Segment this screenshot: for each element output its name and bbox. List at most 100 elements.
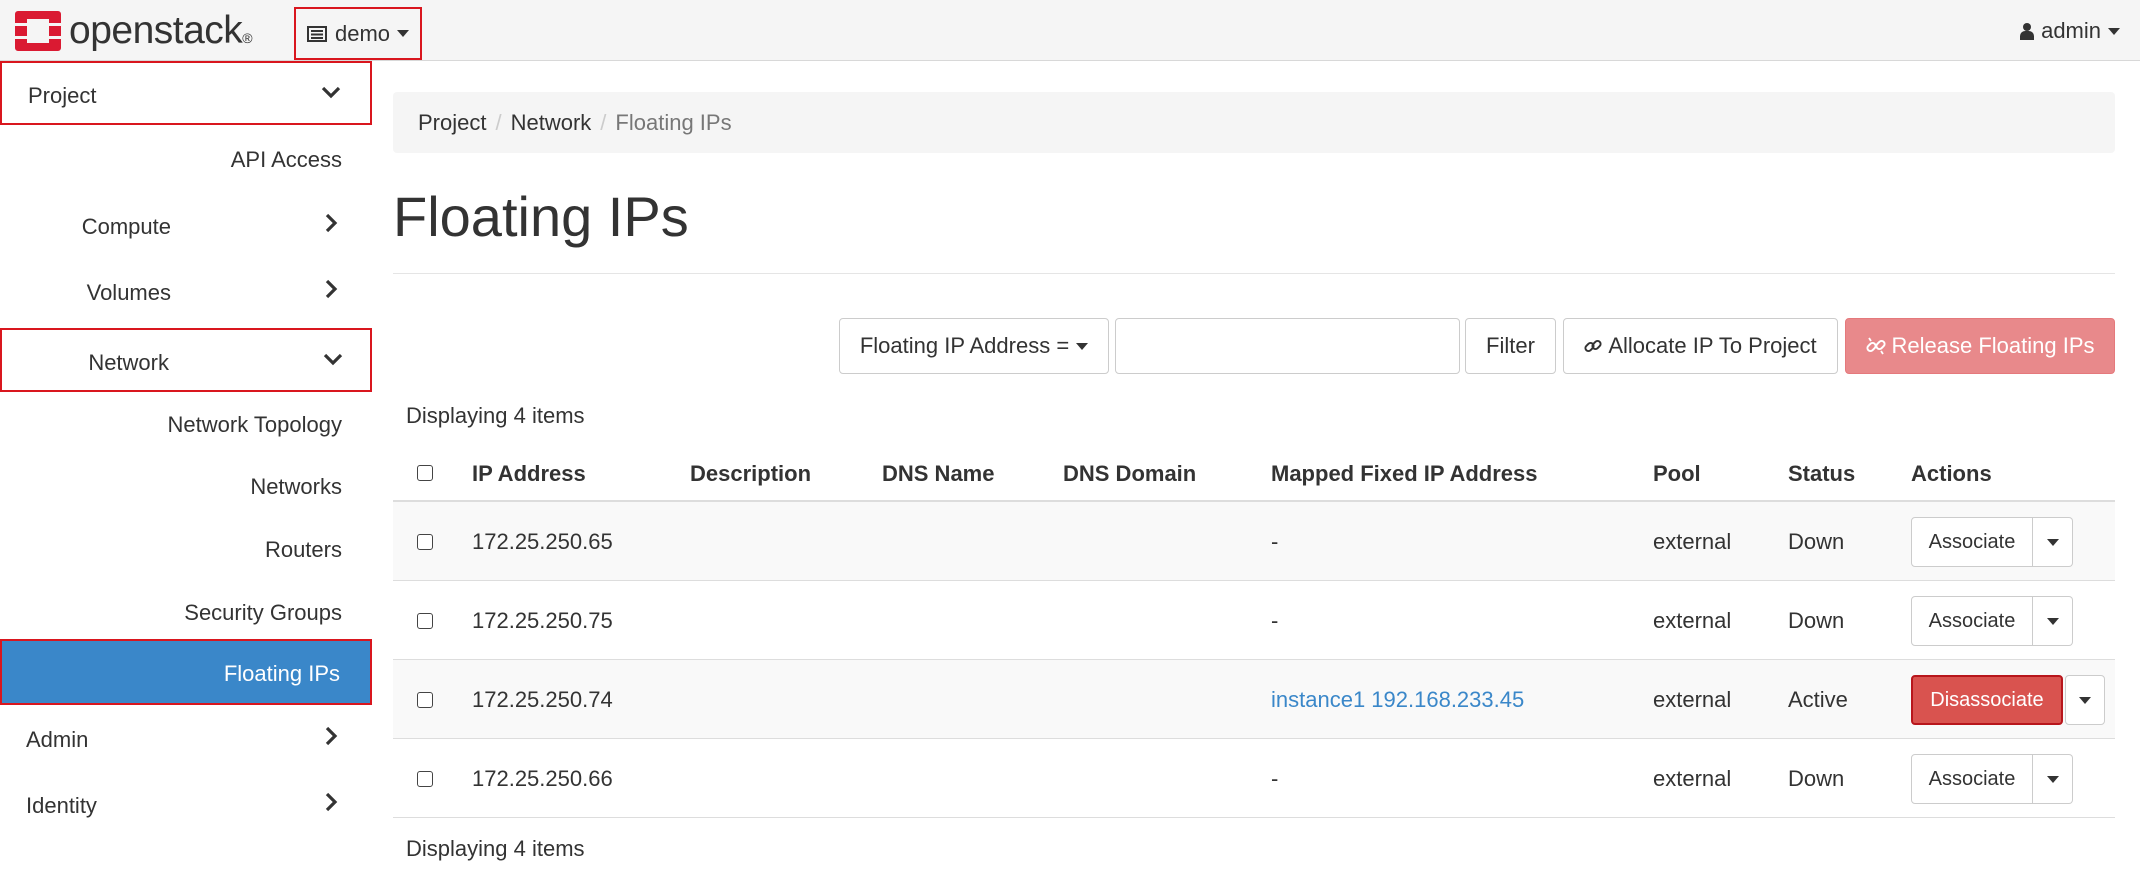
top-navbar: openstack® demo admin	[0, 0, 2140, 61]
cell-mapped-fixed-ip: -	[1271, 529, 1279, 554]
sidebar-item-network-topology[interactable]: Network Topology	[0, 394, 372, 454]
sidebar: Project API Access Compute Volumes Netwo…	[0, 61, 372, 886]
unlink-icon	[1865, 337, 1886, 355]
row-checkbox[interactable]	[417, 771, 433, 787]
cell-ip-address: 172.25.250.75	[472, 608, 613, 633]
page-title: Floating IPs	[393, 185, 689, 248]
column-header-pool[interactable]: Pool	[1653, 461, 1701, 487]
chevron-right-icon	[325, 792, 338, 812]
column-header-description[interactable]: Description	[690, 461, 811, 487]
row-actions: Associate	[1911, 596, 2073, 646]
sidebar-item-routers[interactable]: Routers	[0, 519, 372, 579]
column-header-dns-name[interactable]: DNS Name	[882, 461, 994, 487]
breadcrumb-current: Floating IPs	[615, 109, 732, 135]
user-menu[interactable]: admin	[2020, 18, 2120, 44]
cell-status: Down	[1788, 608, 1845, 633]
caret-down-icon	[2079, 696, 2091, 704]
cell-pool: external	[1653, 608, 1732, 633]
row-actions-dropdown[interactable]	[2033, 596, 2073, 646]
sidebar-item-admin[interactable]: Admin	[0, 707, 372, 771]
sidebar-item-network[interactable]: Network	[0, 328, 372, 392]
sidebar-item-label: Network	[88, 350, 169, 375]
cell-ip-address: 172.25.250.65	[472, 529, 613, 554]
project-selector[interactable]: demo	[294, 7, 422, 60]
row-checkbox[interactable]	[417, 692, 433, 708]
sidebar-item-label: API Access	[230, 147, 342, 172]
filter-input[interactable]	[1115, 318, 1460, 374]
cell-pool: external	[1653, 766, 1732, 791]
sidebar-item-label: Compute	[81, 214, 171, 239]
column-header-mapped-fixed-ip[interactable]: Mapped Fixed IP Address	[1271, 461, 1538, 487]
brand-text: openstack	[69, 9, 243, 52]
item-count-top: Displaying 4 items	[406, 403, 585, 428]
filter-button[interactable]: Filter	[1465, 318, 1556, 374]
caret-down-icon	[2046, 538, 2059, 546]
column-header-ip-address[interactable]: IP Address	[472, 461, 586, 487]
breadcrumb-separator: /	[600, 109, 607, 135]
user-icon	[2020, 23, 2035, 40]
sidebar-item-project[interactable]: Project	[0, 61, 372, 125]
row-checkbox[interactable]	[417, 534, 433, 550]
sidebar-item-label: Identity	[26, 793, 97, 818]
brand-name: openstack®	[69, 9, 253, 53]
cell-status: Down	[1788, 529, 1845, 554]
sidebar-item-label: Networks	[250, 474, 342, 499]
cell-ip-address: 172.25.250.74	[472, 687, 613, 712]
cell-status: Down	[1788, 766, 1845, 791]
row-actions-dropdown[interactable]	[2065, 675, 2105, 725]
chevron-right-icon	[325, 213, 338, 233]
column-header-status[interactable]: Status	[1788, 461, 1855, 487]
disassociate-button[interactable]: Disassociate	[1911, 675, 2063, 725]
sidebar-item-label: Admin	[26, 727, 89, 752]
release-floating-ips-button[interactable]: Release Floating IPs	[1845, 318, 2115, 374]
table-row: 172.25.250.74 instance1 192.168.233.45 e…	[393, 660, 2115, 739]
row-actions-dropdown[interactable]	[2033, 517, 2073, 567]
table-row: 172.25.250.66 - external Down Associate	[393, 739, 2115, 818]
caret-down-icon	[397, 30, 410, 37]
sidebar-item-floating-ips[interactable]: Floating IPs	[0, 639, 372, 705]
sidebar-item-compute[interactable]: Compute	[0, 194, 372, 258]
sidebar-item-label: Project	[28, 83, 97, 108]
associate-button[interactable]: Associate	[1911, 596, 2033, 646]
instance-link[interactable]: instance1 192.168.233.45	[1271, 687, 1524, 713]
cell-status: Active	[1788, 687, 1848, 712]
row-checkbox[interactable]	[417, 613, 433, 629]
select-all-checkbox[interactable]	[417, 465, 433, 481]
associate-button[interactable]: Associate	[1911, 754, 2033, 804]
brand-trademark: ®	[242, 30, 253, 46]
row-actions-dropdown[interactable]	[2033, 754, 2073, 804]
cell-pool: external	[1653, 687, 1732, 712]
chevron-down-icon	[323, 353, 343, 366]
chevron-right-icon	[325, 726, 338, 746]
cell-mapped-fixed-ip: -	[1271, 766, 1279, 791]
allocate-ip-button[interactable]: Allocate IP To Project	[1563, 318, 1838, 374]
column-header-actions: Actions	[1911, 461, 1992, 486]
breadcrumb-network[interactable]: Network	[511, 110, 592, 136]
caret-down-icon	[2046, 617, 2059, 625]
breadcrumb: Project / Network / Floating IPs	[393, 92, 2115, 153]
chevron-right-icon	[325, 279, 338, 299]
user-name: admin	[2041, 18, 2101, 43]
associate-button[interactable]: Associate	[1911, 517, 2033, 567]
column-header-dns-domain[interactable]: DNS Domain	[1063, 461, 1196, 487]
project-list-icon	[306, 25, 327, 42]
sidebar-item-identity[interactable]: Identity	[0, 773, 372, 837]
item-count-bottom: Displaying 4 items	[406, 836, 585, 861]
brand-logo[interactable]: openstack®	[14, 6, 253, 56]
filter-field-dropdown[interactable]: Floating IP Address =	[839, 318, 1109, 374]
caret-down-icon	[2108, 27, 2120, 35]
project-name: demo	[334, 20, 391, 46]
sidebar-item-networks[interactable]: Networks	[0, 456, 372, 516]
cell-mapped-fixed-ip: -	[1271, 608, 1279, 633]
sidebar-item-label: Security Groups	[184, 600, 342, 625]
sidebar-item-label: Routers	[264, 537, 342, 562]
breadcrumb-project[interactable]: Project	[418, 110, 486, 136]
row-actions: Associate	[1911, 517, 2073, 567]
sidebar-item-volumes[interactable]: Volumes	[0, 260, 372, 324]
sidebar-item-security-groups[interactable]: Security Groups	[0, 582, 372, 642]
breadcrumb-separator: /	[495, 109, 502, 135]
sidebar-item-label: Network Topology	[167, 412, 342, 437]
sidebar-item-api-access[interactable]: API Access	[0, 129, 372, 189]
sidebar-item-label: Floating IPs	[223, 661, 340, 686]
allocate-ip-label: Allocate IP To Project	[1608, 333, 1817, 358]
